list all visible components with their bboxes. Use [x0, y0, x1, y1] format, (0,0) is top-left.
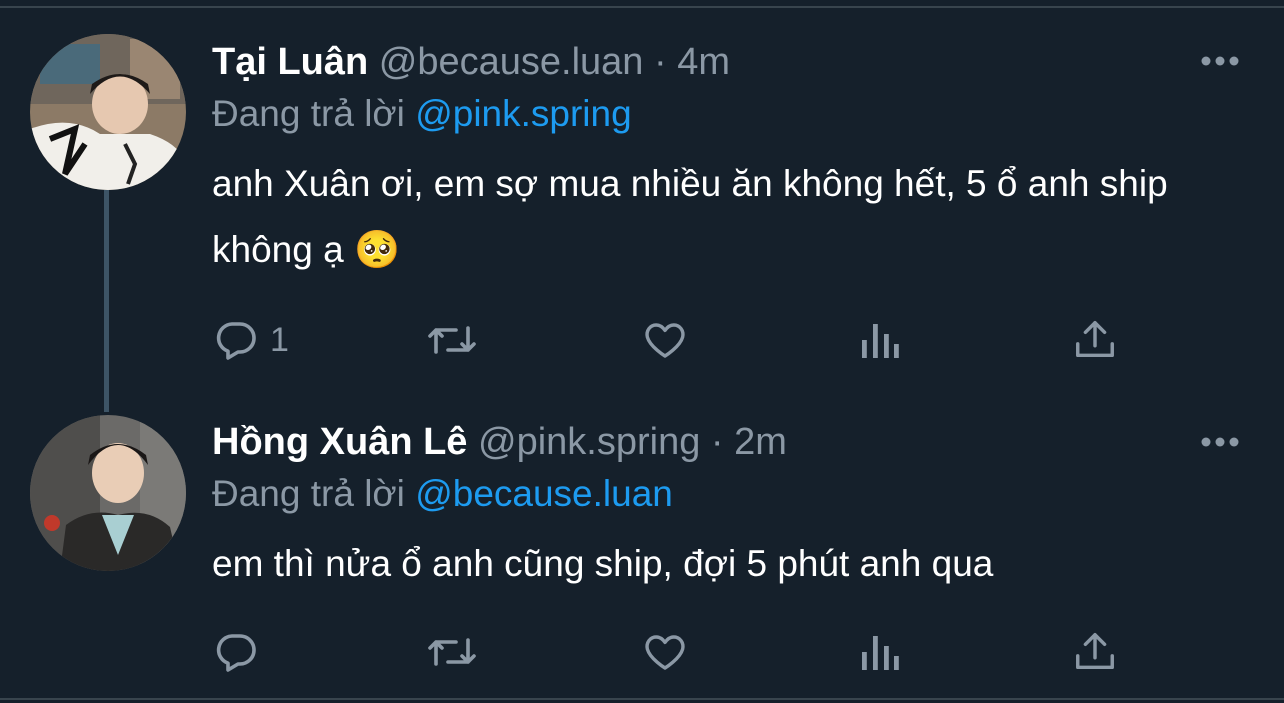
handle[interactable]: @because.luan: [379, 41, 644, 83]
profile-photo-icon: [30, 34, 186, 190]
reply-icon: [216, 322, 256, 360]
analytics-button[interactable]: [858, 314, 902, 366]
timestamp[interactable]: 2m: [734, 421, 787, 463]
retweet-icon: [428, 326, 476, 354]
analytics-icon: [862, 636, 899, 670]
share-button[interactable]: [1072, 626, 1118, 678]
profile-photo-icon: [30, 415, 186, 571]
tweet-header: Tại Luân @because.luan · 4m: [212, 40, 730, 84]
separator: ·: [654, 41, 667, 83]
more-icon[interactable]: [1196, 49, 1244, 73]
reply-icon: [216, 634, 256, 672]
mention-link[interactable]: @pink.spring: [415, 93, 632, 134]
replying-prefix: Đang trả lời: [212, 473, 405, 514]
tweet-actions: [212, 626, 1212, 678]
like-button[interactable]: [640, 626, 690, 678]
tweet-header: Hồng Xuân Lê @pink.spring · 2m: [212, 420, 787, 464]
display-name[interactable]: Tại Luân: [212, 41, 368, 83]
tweet-actions: 1: [212, 314, 1212, 366]
analytics-button[interactable]: [858, 626, 902, 678]
tweet-text: anh Xuân ơi, em sợ mua nhiều ăn không hế…: [212, 163, 1168, 270]
display-name[interactable]: Hồng Xuân Lê: [212, 421, 467, 463]
like-button[interactable]: [640, 314, 690, 366]
bottom-divider: [0, 698, 1284, 700]
reply-button[interactable]: [212, 626, 270, 678]
like-icon: [645, 635, 685, 670]
avatar[interactable]: [30, 415, 186, 571]
timestamp[interactable]: 4m: [677, 41, 730, 83]
separator: ·: [710, 421, 724, 463]
share-button[interactable]: [1072, 314, 1118, 366]
replying-prefix: Đang trả lời: [212, 93, 405, 134]
thread-connector-line: [104, 190, 109, 412]
like-icon: [645, 323, 685, 358]
retweet-button[interactable]: [424, 626, 480, 678]
reply-count: 1: [270, 320, 289, 359]
mention-link[interactable]: @because.luan: [415, 473, 673, 514]
handle[interactable]: @pink.spring: [478, 421, 700, 463]
analytics-icon: [862, 324, 899, 358]
retweet-button[interactable]: [424, 314, 480, 366]
more-icon[interactable]: [1196, 430, 1244, 454]
top-divider: [0, 0, 1284, 8]
retweet-icon: [428, 638, 476, 666]
share-icon: [1076, 321, 1114, 358]
share-icon: [1076, 633, 1114, 670]
replying-to: Đang trả lời @because.luan: [212, 472, 673, 516]
avatar[interactable]: [30, 34, 186, 190]
tweet-text: em thì nửa ổ anh cũng ship, đợi 5 phút a…: [212, 543, 994, 584]
replying-to: Đang trả lời @pink.spring: [212, 92, 632, 136]
reply-button[interactable]: 1: [212, 314, 289, 366]
